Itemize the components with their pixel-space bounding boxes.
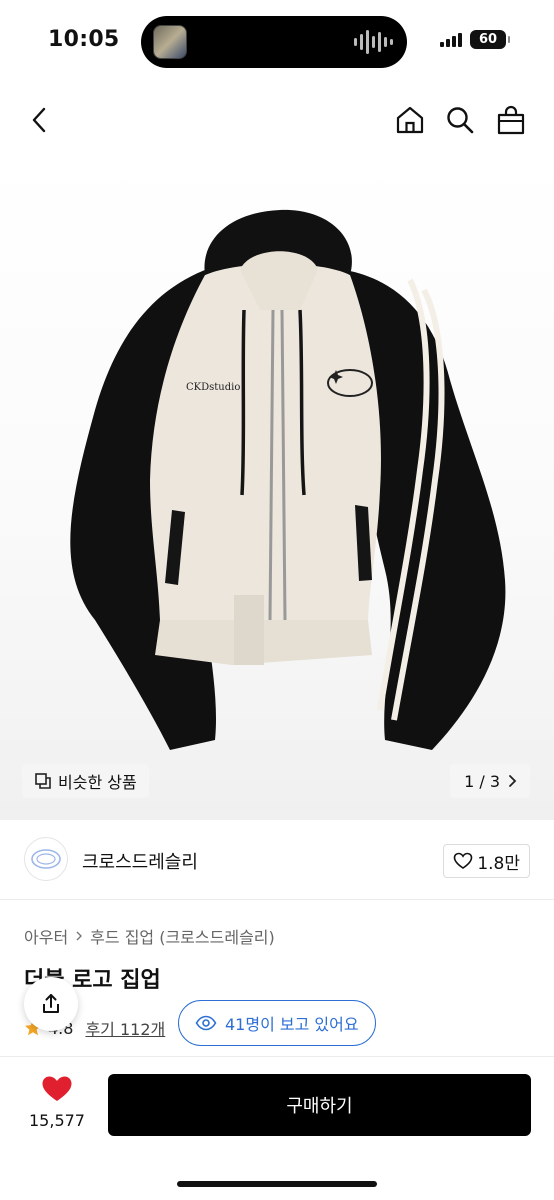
home-button[interactable] xyxy=(392,102,428,138)
similar-products-label: 비슷한 상품 xyxy=(58,773,137,792)
now-playing-thumbnail xyxy=(153,25,187,59)
home-icon xyxy=(396,106,424,134)
share-icon xyxy=(43,994,59,1013)
battery-level: 60 xyxy=(478,32,498,47)
shop-name[interactable]: 크로스드레슬리 xyxy=(82,848,198,874)
breadcrumb-category[interactable]: 아우터 xyxy=(24,924,68,948)
status-indicators: 60 xyxy=(440,30,510,49)
viewers-text: 41명이 보고 있어요 xyxy=(225,1015,359,1034)
similar-products-button[interactable]: 비슷한 상품 xyxy=(22,764,149,798)
chevron-right-icon xyxy=(509,775,517,787)
hoodie-jacket-image: CKDstudio xyxy=(70,209,506,750)
audio-waveform-icon xyxy=(354,28,393,56)
shop-info-row: 크로스드레슬리 1.8만 xyxy=(0,820,554,900)
share-button[interactable] xyxy=(24,977,78,1031)
purchase-bar: 15,577 구매하기 xyxy=(0,1056,554,1200)
top-navigation xyxy=(0,90,554,150)
wishlist-button[interactable]: 15,577 xyxy=(22,1075,92,1130)
product-image-carousel[interactable]: CKDstudio 비슷한 상품 1 / 3 xyxy=(0,150,554,820)
eye-icon xyxy=(195,1015,217,1031)
chevron-right-icon xyxy=(76,931,83,941)
heart-filled-icon xyxy=(42,1076,72,1101)
cellular-signal-icon xyxy=(440,32,462,47)
breadcrumb-subcategory[interactable]: 후드 집업 (크로스드레슬리) xyxy=(90,924,275,948)
viewers-badge: 41명이 보고 있어요 xyxy=(178,1000,376,1046)
shop-like-button[interactable]: 1.8만 xyxy=(443,844,530,878)
shop-logo[interactable] xyxy=(24,837,68,881)
cart-button[interactable] xyxy=(493,102,529,138)
buy-button[interactable]: 구매하기 xyxy=(108,1074,531,1136)
wishlist-count: 15,577 xyxy=(29,1111,85,1130)
chest-logo-text: CKDstudio xyxy=(186,382,240,393)
status-bar: 10:05 60 xyxy=(0,0,554,80)
image-pager[interactable]: 1 / 3 xyxy=(450,764,530,798)
shopping-bag-icon xyxy=(497,105,525,135)
home-indicator[interactable] xyxy=(177,1181,377,1187)
dynamic-island[interactable] xyxy=(141,16,407,68)
shop-like-count: 1.8만 xyxy=(477,853,520,874)
breadcrumb: 아우터 후드 집업 (크로스드레슬리) xyxy=(24,924,275,948)
reviews-link[interactable]: 후기 112개 xyxy=(85,1016,165,1040)
chevron-left-icon xyxy=(32,107,46,133)
status-time: 10:05 xyxy=(48,27,120,52)
brand-logo-icon xyxy=(31,849,61,869)
heart-outline-icon xyxy=(454,852,473,869)
back-button[interactable] xyxy=(22,102,58,138)
search-button[interactable] xyxy=(442,102,478,138)
search-icon xyxy=(447,107,474,134)
battery-icon: 60 xyxy=(470,30,510,49)
page-indicator: 1 / 3 xyxy=(464,771,500,791)
copy-icon xyxy=(35,773,51,789)
